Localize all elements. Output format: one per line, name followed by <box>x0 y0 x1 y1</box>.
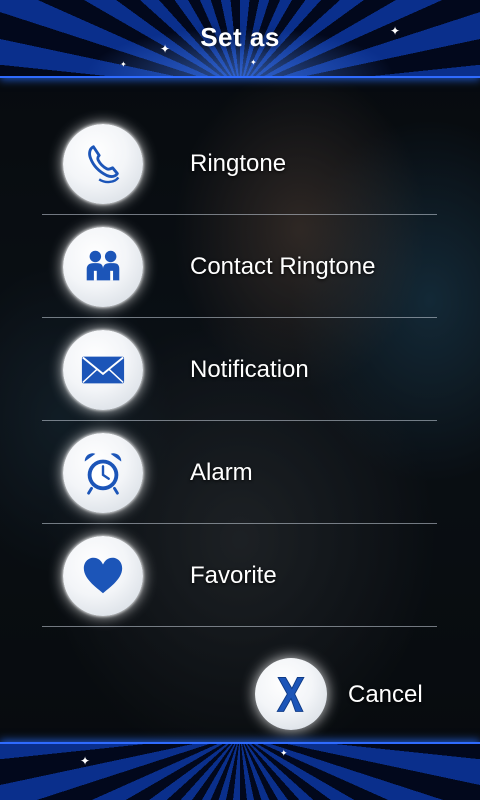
sparkle-decoration: ✦ <box>280 748 288 758</box>
menu-item-ringtone[interactable]: Ringtone <box>0 112 480 215</box>
menu-item-label: Favorite <box>190 562 277 589</box>
sparkle-decoration: ✦ <box>120 60 127 69</box>
envelope-icon <box>81 356 125 384</box>
header-bar: ✦ ✦ ✦ ✦ Set as <box>0 0 480 78</box>
menu-item-label: Ringtone <box>190 150 287 177</box>
page-title: Set as <box>200 22 280 52</box>
divider <box>42 626 437 627</box>
cancel-button[interactable] <box>255 658 327 730</box>
ringtone-button[interactable] <box>63 124 143 204</box>
favorite-button[interactable] <box>63 536 143 616</box>
cancel-label[interactable]: Cancel <box>348 681 423 709</box>
alarm-button[interactable] <box>63 433 143 513</box>
menu-item-notification[interactable]: Notification <box>0 318 480 421</box>
set-as-menu: Ringtone Contact Ringtone Notification A… <box>0 112 480 627</box>
sparkle-decoration: ✦ <box>80 754 91 768</box>
menu-item-label: Notification <box>190 356 309 383</box>
sparkle-decoration: ✦ <box>250 58 257 67</box>
alarm-clock-icon <box>84 453 122 495</box>
notification-button[interactable] <box>63 330 143 410</box>
contacts-icon <box>86 250 120 281</box>
phone-icon <box>88 145 120 184</box>
footer-bar: ✦ ✦ <box>0 742 480 800</box>
menu-item-label: Alarm <box>190 459 253 486</box>
heart-icon <box>83 557 123 594</box>
x-icon <box>276 677 305 712</box>
contact-ringtone-button[interactable] <box>63 227 143 307</box>
menu-item-alarm[interactable]: Alarm <box>0 421 480 524</box>
menu-item-label: Contact Ringtone <box>190 253 376 280</box>
menu-item-contact-ringtone[interactable]: Contact Ringtone <box>0 215 480 318</box>
menu-item-favorite[interactable]: Favorite <box>0 524 480 627</box>
